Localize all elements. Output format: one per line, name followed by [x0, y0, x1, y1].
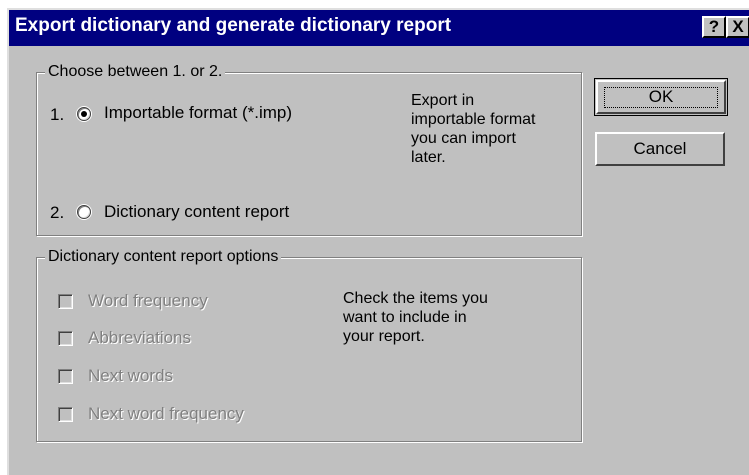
- report-options-description: Check the items you want to include in y…: [343, 290, 488, 345]
- window-title: Export dictionary and generate dictionar…: [15, 15, 452, 36]
- next-words-checkbox[interactable]: [58, 369, 73, 384]
- report-options-legend: Dictionary content report options: [45, 247, 282, 267]
- option2-number: 2.: [50, 203, 65, 222]
- choose-format-description: Export in importable format you can impo…: [411, 92, 536, 166]
- help-icon: ?: [708, 17, 720, 36]
- close-icon: X: [732, 17, 744, 36]
- next-word-frequency-checkbox[interactable]: [58, 407, 73, 422]
- abbreviations-checkbox[interactable]: [58, 331, 73, 346]
- close-button[interactable]: X: [726, 16, 749, 38]
- help-button[interactable]: ?: [702, 16, 726, 38]
- abbreviations-label[interactable]: Abbreviations: [88, 328, 191, 348]
- choose-format-legend: Choose between 1. or 2.: [45, 62, 226, 82]
- cancel-button[interactable]: Cancel: [595, 132, 725, 166]
- ok-button[interactable]: OK: [596, 80, 726, 114]
- cancel-button-label: Cancel: [633, 139, 687, 158]
- export-dictionary-dialog: Export dictionary and generate dictionar…: [7, 8, 749, 475]
- importable-format-radio[interactable]: [77, 107, 91, 121]
- dictionary-content-report-label[interactable]: Dictionary content report: [104, 202, 289, 222]
- option1-number: 1.: [50, 105, 65, 124]
- next-word-frequency-label[interactable]: Next word frequency: [88, 404, 244, 424]
- ok-button-default-frame: OK: [594, 78, 728, 116]
- choose-format-group: Choose between 1. or 2. 1. Importable fo…: [36, 62, 582, 236]
- radio-selected-dot: [81, 111, 87, 117]
- title-bar[interactable]: Export dictionary and generate dictionar…: [9, 10, 749, 46]
- next-words-label[interactable]: Next words: [88, 366, 173, 386]
- importable-format-label[interactable]: Importable format (*.imp): [104, 103, 292, 123]
- focus-ring: [604, 87, 718, 108]
- word-frequency-checkbox[interactable]: [58, 294, 73, 309]
- report-options-group: Dictionary content report options Word f…: [36, 247, 582, 442]
- word-frequency-label[interactable]: Word frequency: [88, 291, 208, 311]
- dictionary-content-report-radio[interactable]: [77, 205, 91, 219]
